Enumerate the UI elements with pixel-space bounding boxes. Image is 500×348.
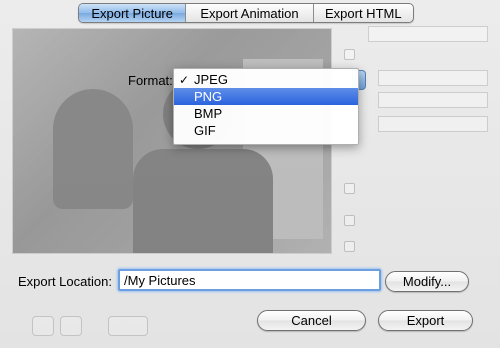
export-button[interactable]: Export <box>378 310 473 331</box>
checkmark-icon: ✓ <box>179 72 190 87</box>
dimmed-play-button <box>32 316 54 336</box>
export-mode-tabs: Export Picture Export Animation Export H… <box>78 3 414 23</box>
dimmed-checkbox <box>344 240 355 252</box>
format-option-png[interactable]: PNG <box>174 88 358 105</box>
format-option-gif[interactable]: GIF <box>174 122 358 139</box>
tab-export-html[interactable]: Export HTML <box>314 4 413 22</box>
dimmed-row <box>344 46 355 62</box>
preview-shape <box>53 89 133 209</box>
dimmed-checkbox <box>344 48 355 60</box>
export-location-label: Export Location: <box>18 274 112 289</box>
format-menu: ✓ JPEG PNG BMP GIF <box>173 68 359 145</box>
dimmed-field <box>378 92 488 108</box>
dimmed-checkbox <box>344 214 355 226</box>
dimmed-row <box>344 180 355 196</box>
tab-export-animation[interactable]: Export Animation <box>186 4 314 22</box>
cancel-button[interactable]: Cancel <box>257 310 366 331</box>
export-location-field[interactable] <box>118 269 381 291</box>
dimmed-menu-button <box>108 316 148 336</box>
dimmed-field <box>378 116 488 132</box>
export-dialog: Export Picture Export Animation Export H… <box>0 0 500 348</box>
tab-export-picture[interactable]: Export Picture <box>79 4 187 22</box>
format-option-jpeg[interactable]: ✓ JPEG <box>174 71 358 88</box>
dimmed-field <box>378 70 488 86</box>
dimmed-row <box>344 212 355 228</box>
dimmed-row <box>344 238 355 254</box>
dimmed-stop-button <box>60 316 82 336</box>
modify-button[interactable]: Modify... <box>385 271 469 292</box>
format-option-bmp[interactable]: BMP <box>174 105 358 122</box>
dimmed-checkbox <box>344 182 355 194</box>
dimmed-settings-panel <box>338 26 500 256</box>
format-option-label: JPEG <box>194 72 228 87</box>
preview-shape <box>133 149 273 253</box>
format-option-label: GIF <box>194 123 216 138</box>
dimmed-field <box>368 26 488 42</box>
format-label: Format: <box>128 73 173 88</box>
format-option-label: PNG <box>194 89 223 104</box>
format-option-label: BMP <box>194 106 223 121</box>
